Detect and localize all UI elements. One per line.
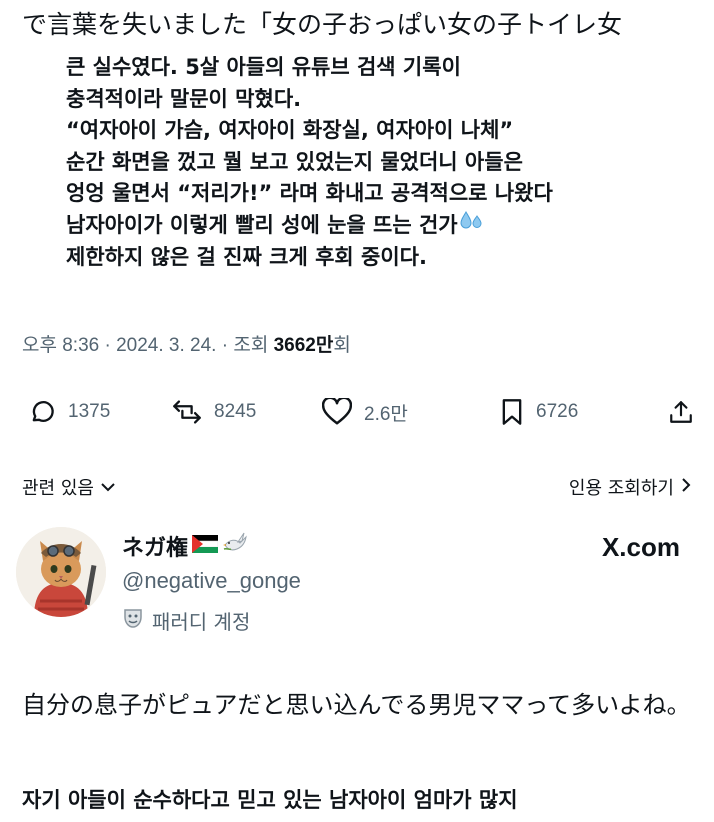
translation-line: 제한하지 않은 걸 진짜 크게 후회 중이다. [66, 244, 427, 269]
retweet-icon [172, 398, 202, 426]
reply-icon [28, 398, 56, 426]
quoted-post-translation: 자기 아들이 순수하다고 믿고 있는 남자아이 엄마가 많지 [22, 788, 518, 812]
quoted-handle[interactable]: @negative_gonge [122, 568, 301, 594]
translation-line: “여자아이 가슴, 여자아이 화장실, 여자아이 나체” [66, 118, 514, 143]
view-count: 3662만 [273, 335, 334, 356]
x-com-watermark: X.com [601, 532, 680, 562]
translation-line: 순간 화면을 껐고 뭘 보고 있었는지 물었더니 아들은 [66, 149, 523, 174]
dove-icon [222, 531, 248, 561]
view-quotes-link[interactable]: 인용 조회하기 [569, 474, 692, 500]
parody-label-text: 패러디 계정 [152, 610, 251, 634]
translation-line: 충격적이라 말문이 막혔다. [66, 86, 302, 111]
quoted-post-text: 自分の息子がピュアだと思い込んでる男児ママって多いよね。 [22, 691, 691, 719]
cat-avatar-image [16, 527, 106, 617]
related-filter[interactable]: 관련 있음 [22, 474, 116, 500]
quoted-display-name[interactable]: ネガ権 [122, 530, 248, 562]
translation-line: 엉엉 울면서 “저리가!” 라며 화내고 공격적으로 나왔다 [66, 181, 553, 206]
reply-count: 1375 [68, 401, 111, 422]
view-quotes-label: 인용 조회하기 [568, 478, 674, 499]
sweat-droplets-icon [460, 210, 484, 242]
parody-account-label: 패러디 계정 [122, 606, 250, 635]
display-name-text: ネガ権 [122, 536, 189, 561]
palestine-flag-icon [191, 534, 219, 559]
post-meta: 오후 8:36 · 2024. 3. 24. · 조회 3662만회 [22, 330, 351, 357]
share-button[interactable] [668, 398, 694, 426]
like-count: 2.6만 [364, 403, 408, 425]
avatar[interactable] [16, 527, 106, 617]
retweet-button[interactable]: 8245 [172, 398, 256, 426]
post-time: 오후 8:36 · 2024. 3. 24. · 조회 [22, 335, 274, 356]
theater-mask-icon [122, 607, 144, 634]
view-suffix: 회 [333, 335, 351, 356]
bookmark-count: 6726 [536, 401, 579, 422]
action-bar: 1375 8245 2.6만 6726 [22, 392, 692, 432]
chevron-down-icon [100, 477, 116, 498]
post-translation: 큰 실수였다. 5살 아들의 유튜브 검색 기록이 충격적이라 말문이 막혔다.… [66, 52, 706, 273]
share-icon [668, 398, 694, 426]
retweet-count: 8245 [214, 401, 257, 422]
translation-line-text: 남자아이가 이렇게 빨리 성에 눈을 뜨는 건가 [66, 212, 458, 237]
heart-icon [322, 398, 352, 426]
related-label: 관련 있음 [22, 478, 94, 499]
reply-button[interactable]: 1375 [28, 398, 110, 426]
chevron-right-icon [680, 477, 692, 498]
bookmark-icon [500, 398, 524, 426]
translation-line-with-emoji: 남자아이가 이렇게 빨리 성에 눈을 뜨는 건가 [66, 210, 706, 242]
like-button[interactable]: 2.6만 [322, 398, 408, 426]
translation-line: 큰 실수였다. 5살 아들의 유튜브 검색 기록이 [66, 55, 461, 79]
bookmark-button[interactable]: 6726 [500, 398, 578, 426]
header-cut-text: で言葉を失いました「女の子おっぱい女の子トイレ女 [22, 10, 623, 39]
